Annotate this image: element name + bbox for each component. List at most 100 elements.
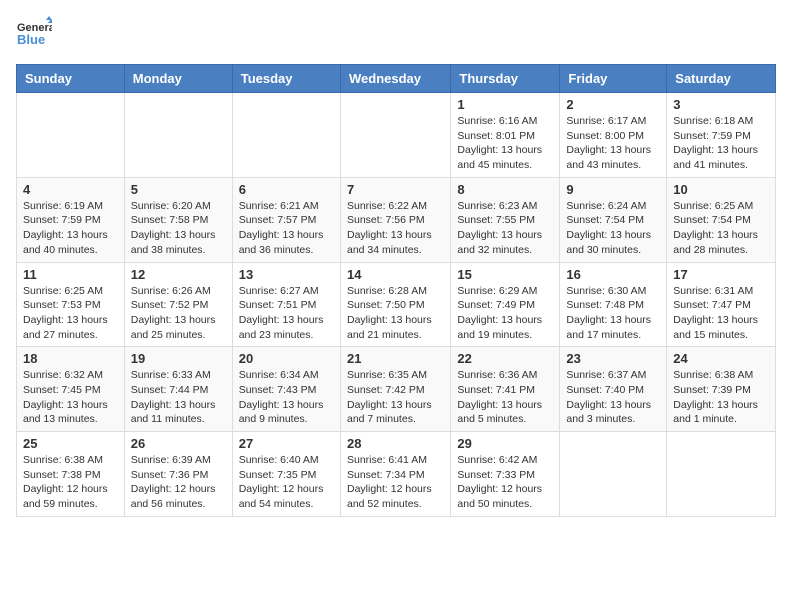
day-info: Sunrise: 6:16 AMSunset: 8:01 PMDaylight:…	[457, 114, 553, 173]
calendar-cell: 19 Sunrise: 6:33 AMSunset: 7:44 PMDayligh…	[124, 347, 232, 432]
day-info: Sunrise: 6:38 AMSunset: 7:38 PMDaylight:…	[23, 453, 118, 512]
day-number: 19	[131, 351, 226, 366]
day-number: 14	[347, 267, 444, 282]
calendar-cell: 14 Sunrise: 6:28 AMSunset: 7:50 PMDayligh…	[340, 262, 450, 347]
day-info: Sunrise: 6:18 AMSunset: 7:59 PMDaylight:…	[673, 114, 769, 173]
calendar-cell: 13Sunrise: 6:27 AMSunset: 7:51 PMDayligh…	[232, 262, 340, 347]
calendar-cell: 29 Sunrise: 6:42 AMSunset: 7:33 PMDayligh…	[451, 432, 560, 517]
day-info: Sunrise: 6:28 AMSunset: 7:50 PMDaylight:…	[347, 284, 444, 343]
page-header: General Blue	[16, 16, 776, 52]
svg-text:Blue: Blue	[17, 32, 45, 47]
calendar-cell: 18 Sunrise: 6:32 AMSunset: 7:45 PMDayligh…	[17, 347, 125, 432]
calendar-cell: 28 Sunrise: 6:41 AMSunset: 7:34 PMDayligh…	[340, 432, 450, 517]
day-info: Sunrise: 6:42 AMSunset: 7:33 PMDaylight:…	[457, 453, 553, 512]
day-number: 2	[566, 97, 660, 112]
calendar-cell: 27Sunrise: 6:40 AMSunset: 7:35 PMDayligh…	[232, 432, 340, 517]
day-header: Thursday	[451, 65, 560, 93]
day-header: Friday	[560, 65, 667, 93]
calendar-cell: 16 Sunrise: 6:30 AMSunset: 7:48 PMDayligh…	[560, 262, 667, 347]
calendar-cell	[340, 93, 450, 178]
calendar-cell: 7 Sunrise: 6:22 AMSunset: 7:56 PMDaylight…	[340, 177, 450, 262]
calendar-cell: 24 Sunrise: 6:38 AMSunset: 7:39 PMDayligh…	[667, 347, 776, 432]
calendar-cell: 4 Sunrise: 6:19 AMSunset: 7:59 PMDaylight…	[17, 177, 125, 262]
calendar-cell: 25 Sunrise: 6:38 AMSunset: 7:38 PMDayligh…	[17, 432, 125, 517]
day-info: Sunrise: 6:17 AMSunset: 8:00 PMDaylight:…	[566, 114, 660, 173]
day-number: 6	[239, 182, 334, 197]
calendar-cell: 23 Sunrise: 6:37 AMSunset: 7:40 PMDayligh…	[560, 347, 667, 432]
day-number: 27	[239, 436, 334, 451]
calendar-cell: 11Sunrise: 6:25 AMSunset: 7:53 PMDayligh…	[17, 262, 125, 347]
day-number: 23	[566, 351, 660, 366]
day-number: 24	[673, 351, 769, 366]
calendar-cell: 2 Sunrise: 6:17 AMSunset: 8:00 PMDaylight…	[560, 93, 667, 178]
day-header: Monday	[124, 65, 232, 93]
calendar-week-row: 11Sunrise: 6:25 AMSunset: 7:53 PMDayligh…	[17, 262, 776, 347]
day-info: Sunrise: 6:37 AMSunset: 7:40 PMDaylight:…	[566, 368, 660, 427]
day-number: 9	[566, 182, 660, 197]
logo-svg: General Blue	[16, 16, 52, 52]
day-number: 5	[131, 182, 226, 197]
day-number: 25	[23, 436, 118, 451]
day-info: Sunrise: 6:32 AMSunset: 7:45 PMDaylight:…	[23, 368, 118, 427]
day-header: Wednesday	[340, 65, 450, 93]
day-number: 3	[673, 97, 769, 112]
day-info: Sunrise: 6:22 AMSunset: 7:56 PMDaylight:…	[347, 199, 444, 258]
day-number: 18	[23, 351, 118, 366]
calendar-cell: 22Sunrise: 6:36 AMSunset: 7:41 PMDayligh…	[451, 347, 560, 432]
day-info: Sunrise: 6:25 AMSunset: 7:54 PMDaylight:…	[673, 199, 769, 258]
day-number: 12	[131, 267, 226, 282]
day-number: 7	[347, 182, 444, 197]
calendar-cell: 26 Sunrise: 6:39 AMSunset: 7:36 PMDayligh…	[124, 432, 232, 517]
day-number: 20	[239, 351, 334, 366]
calendar-cell	[667, 432, 776, 517]
calendar-cell	[232, 93, 340, 178]
logo: General Blue	[16, 16, 52, 52]
day-number: 10	[673, 182, 769, 197]
calendar-cell: 21 Sunrise: 6:35 AMSunset: 7:42 PMDayligh…	[340, 347, 450, 432]
day-number: 29	[457, 436, 553, 451]
calendar-cell: 6Sunrise: 6:21 AMSunset: 7:57 PMDaylight…	[232, 177, 340, 262]
day-info: Sunrise: 6:23 AMSunset: 7:55 PMDaylight:…	[457, 199, 553, 258]
calendar-cell: 5 Sunrise: 6:20 AMSunset: 7:58 PMDaylight…	[124, 177, 232, 262]
day-info: Sunrise: 6:31 AMSunset: 7:47 PMDaylight:…	[673, 284, 769, 343]
calendar-cell: 3 Sunrise: 6:18 AMSunset: 7:59 PMDaylight…	[667, 93, 776, 178]
calendar-cell: 10 Sunrise: 6:25 AMSunset: 7:54 PMDayligh…	[667, 177, 776, 262]
day-info: Sunrise: 6:39 AMSunset: 7:36 PMDaylight:…	[131, 453, 226, 512]
day-info: Sunrise: 6:19 AMSunset: 7:59 PMDaylight:…	[23, 199, 118, 258]
calendar-header-row: SundayMondayTuesdayWednesdayThursdayFrid…	[17, 65, 776, 93]
calendar-week-row: 1 Sunrise: 6:16 AMSunset: 8:01 PMDaylight…	[17, 93, 776, 178]
day-info: Sunrise: 6:34 AMSunset: 7:43 PMDaylight:…	[239, 368, 334, 427]
day-info: Sunrise: 6:35 AMSunset: 7:42 PMDaylight:…	[347, 368, 444, 427]
calendar-cell	[17, 93, 125, 178]
day-info: Sunrise: 6:24 AMSunset: 7:54 PMDaylight:…	[566, 199, 660, 258]
day-header: Sunday	[17, 65, 125, 93]
day-number: 16	[566, 267, 660, 282]
calendar-cell: 17 Sunrise: 6:31 AMSunset: 7:47 PMDayligh…	[667, 262, 776, 347]
day-number: 1	[457, 97, 553, 112]
day-info: Sunrise: 6:36 AMSunset: 7:41 PMDaylight:…	[457, 368, 553, 427]
day-number: 4	[23, 182, 118, 197]
calendar-week-row: 4 Sunrise: 6:19 AMSunset: 7:59 PMDaylight…	[17, 177, 776, 262]
day-number: 21	[347, 351, 444, 366]
calendar-week-row: 18 Sunrise: 6:32 AMSunset: 7:45 PMDayligh…	[17, 347, 776, 432]
calendar-cell	[124, 93, 232, 178]
calendar-cell: 15Sunrise: 6:29 AMSunset: 7:49 PMDayligh…	[451, 262, 560, 347]
calendar-cell: 20 Sunrise: 6:34 AMSunset: 7:43 PMDayligh…	[232, 347, 340, 432]
day-info: Sunrise: 6:25 AMSunset: 7:53 PMDaylight:…	[23, 284, 118, 343]
day-info: Sunrise: 6:33 AMSunset: 7:44 PMDaylight:…	[131, 368, 226, 427]
day-info: Sunrise: 6:38 AMSunset: 7:39 PMDaylight:…	[673, 368, 769, 427]
day-info: Sunrise: 6:26 AMSunset: 7:52 PMDaylight:…	[131, 284, 226, 343]
day-info: Sunrise: 6:29 AMSunset: 7:49 PMDaylight:…	[457, 284, 553, 343]
calendar-table: SundayMondayTuesdayWednesdayThursdayFrid…	[16, 64, 776, 517]
calendar-week-row: 25 Sunrise: 6:38 AMSunset: 7:38 PMDayligh…	[17, 432, 776, 517]
day-number: 26	[131, 436, 226, 451]
day-info: Sunrise: 6:30 AMSunset: 7:48 PMDaylight:…	[566, 284, 660, 343]
day-header: Saturday	[667, 65, 776, 93]
day-info: Sunrise: 6:41 AMSunset: 7:34 PMDaylight:…	[347, 453, 444, 512]
day-info: Sunrise: 6:20 AMSunset: 7:58 PMDaylight:…	[131, 199, 226, 258]
day-number: 17	[673, 267, 769, 282]
calendar-cell	[560, 432, 667, 517]
day-number: 28	[347, 436, 444, 451]
calendar-cell: 12 Sunrise: 6:26 AMSunset: 7:52 PMDayligh…	[124, 262, 232, 347]
calendar-cell: 8Sunrise: 6:23 AMSunset: 7:55 PMDaylight…	[451, 177, 560, 262]
